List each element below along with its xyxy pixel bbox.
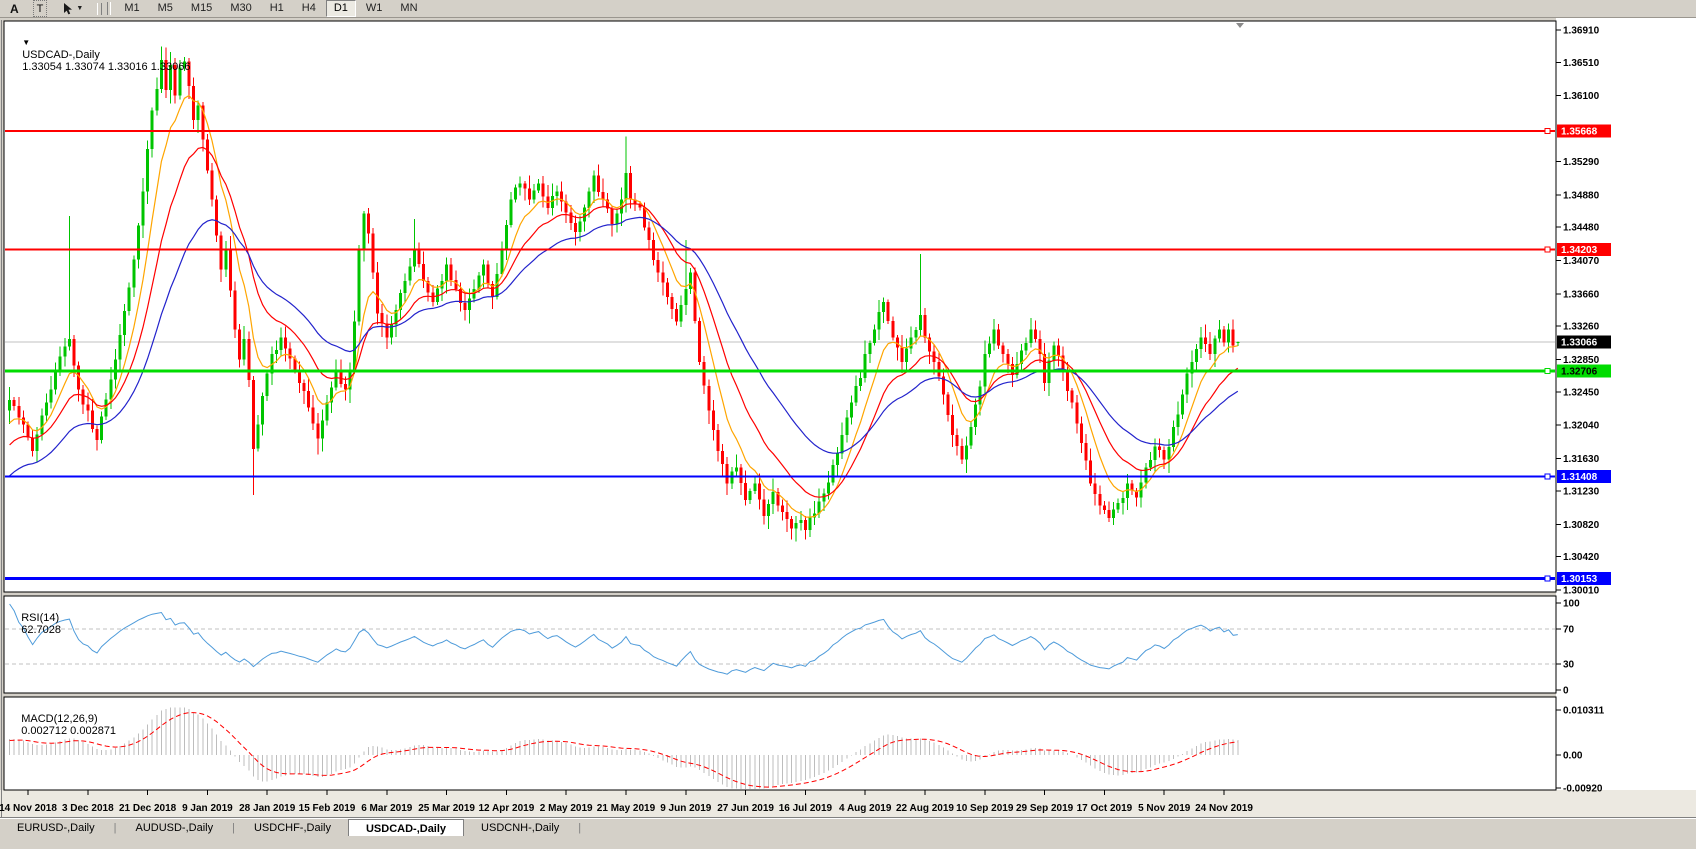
symbol-period-label: USDCAD-,Daily [22,49,100,61]
rsi-value: 62.7028 [21,624,61,636]
timeframe-button-H4[interactable]: H4 [294,0,324,17]
status-filler [0,836,1696,849]
chart-window-title: ▼ USDCAD-,Daily 1.33054 1.33074 1.33016 … [10,25,190,85]
tab-separator: | [112,819,119,837]
timeframe-button-MN[interactable]: MN [392,0,425,17]
timeframe-button-D1[interactable]: D1 [326,0,356,17]
tab-separator: | [230,819,237,837]
text-label-tool[interactable]: T [33,0,48,17]
terminal-window: 1.356681.342031.327061.314081.301531.369… [0,0,1696,849]
timeframe-button-M1[interactable]: M1 [116,0,147,17]
chart-tab-usdcnh[interactable]: USDCNH-,Daily [464,819,576,836]
toolbar-separator [107,2,111,15]
timeframe-button-M30[interactable]: M30 [222,0,259,17]
current-price-label [1557,336,1611,349]
rsi-panel-title: RSI(14) 62.7028 [9,600,62,648]
ohlc-readout: 1.33054 1.33074 1.33016 1.33066 [22,61,190,73]
macd-values: 0.002712 0.002871 [21,725,116,737]
toolbar: A T ▼ M1M5M15M30H1H4D1W1MN [0,0,1696,18]
chevron-down-icon: ▼ [76,5,83,12]
price-panel[interactable] [4,21,1556,592]
symbol-tab-bar: EURUSD-,Daily|AUDUSD-,Daily|USDCHF-,Dail… [0,818,1696,837]
macd-panel[interactable] [4,697,1556,790]
rsi-panel[interactable] [4,596,1556,693]
macd-panel-title: MACD(12,26,9) 0.002712 0.002871 [9,701,116,749]
time-axis-strip [0,790,1696,818]
toolbar-grip[interactable] [97,3,102,15]
chart-tab-usdcad[interactable]: USDCAD-,Daily [348,819,464,837]
rsi-label: RSI(14) [21,612,59,624]
timeframe-button-H1[interactable]: H1 [262,0,292,17]
tab-separator: | [576,819,583,837]
chart-canvas[interactable]: 1.356681.342031.327061.314081.301531.369… [0,0,1696,849]
chart-tab-usdchf[interactable]: USDCHF-,Daily [237,819,348,836]
timeframe-button-W1[interactable]: W1 [358,0,391,17]
chart-tab-audusd[interactable]: AUDUSD-,Daily [118,819,230,836]
collapse-triangle-icon[interactable]: ▼ [22,38,30,47]
timeframe-button-M5[interactable]: M5 [150,0,181,17]
chart-tab-eurusd[interactable]: EURUSD-,Daily [0,819,112,836]
timeframe-button-M15[interactable]: M15 [183,0,220,17]
arrow-style-tool[interactable]: A [6,1,23,16]
cursor-icon [61,2,74,15]
cursor-tool[interactable]: ▼ [57,1,87,16]
macd-label: MACD(12,26,9) [21,713,97,725]
